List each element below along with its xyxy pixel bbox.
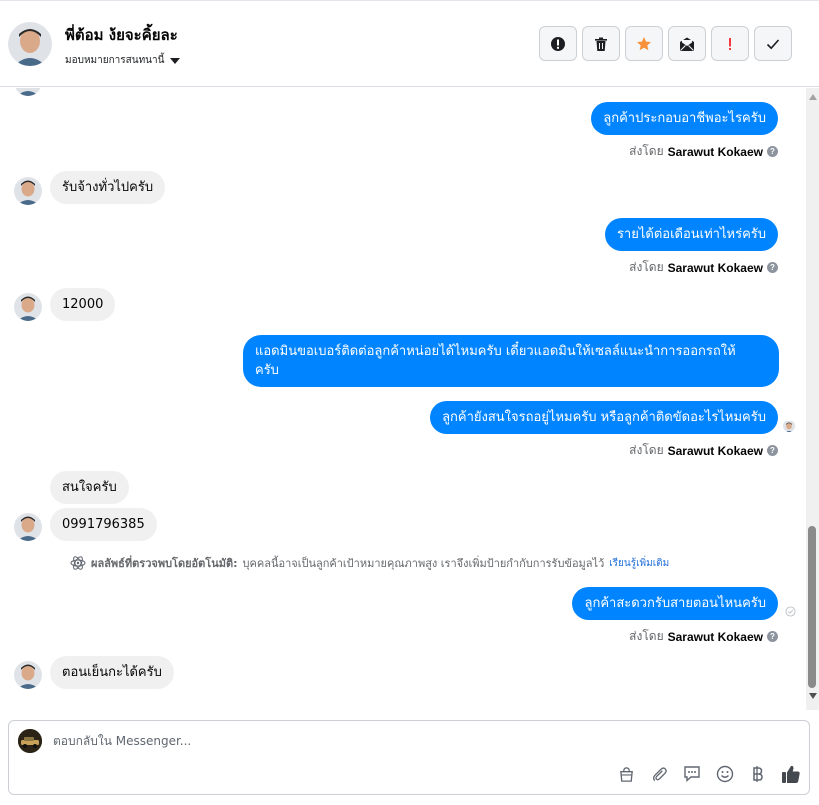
conversation-header: พี่ต้อม ง้ยจะคิ้ยละ มอบหมายการสนทนานี้	[0, 0, 819, 87]
sent-by-line: ส่งโดย Sarawut Kokaew ?	[629, 627, 778, 646]
emoji-button[interactable]	[715, 764, 735, 784]
message-line: แอดมินขอเบอร์ติดต่อลูกค้าหน่อยได้ไหมครับ…	[255, 344, 736, 359]
emoji-icon	[716, 765, 734, 783]
saved-replies-button[interactable]	[682, 764, 702, 784]
shopping-bag-icon	[619, 766, 633, 782]
send-like-button[interactable]	[781, 764, 801, 784]
reply-input[interactable]	[53, 734, 753, 748]
outgoing-message[interactable]: ลูกค้าประกอบอาชีพอะไรครับ	[591, 102, 778, 135]
check-icon	[766, 38, 780, 49]
assign-conversation-dropdown[interactable]: มอบหมายการสนทนานี้	[65, 53, 181, 68]
baht-icon	[753, 766, 763, 782]
sent-by-line: ส่งโดย Sarawut Kokaew ?	[629, 258, 778, 277]
question-icon[interactable]: ?	[767, 631, 778, 642]
sender-name: Sarawut Kokaew	[667, 260, 763, 275]
thumbs-up-icon	[782, 765, 800, 783]
question-icon[interactable]: ?	[767, 445, 778, 456]
caret-down-icon	[170, 57, 181, 64]
mark-unread-button[interactable]	[668, 26, 706, 61]
mark-spam-button[interactable]	[539, 26, 577, 61]
message-thread[interactable]: ลูกค้าประกอบอาชีพอะไรครับ ส่งโดย Sarawut…	[0, 88, 806, 710]
outgoing-message[interactable]: ลูกค้ายังสนใจรถอยู่ไหมครับ หรือลูกค้าติด…	[430, 401, 778, 434]
sent-check-icon	[785, 606, 796, 617]
incoming-message[interactable]: รับจ้างทั่วไปครับ	[50, 171, 166, 204]
sender-name: Sarawut Kokaew	[667, 443, 763, 458]
chat-bubble-icon	[684, 766, 700, 783]
thread-scrollbar[interactable]	[806, 88, 819, 710]
mail-unread-icon	[680, 37, 694, 51]
incoming-message[interactable]: สนใจครับ	[50, 471, 129, 504]
auto-detect-note: ผลลัพธ์ที่ตรวจพบโดยอัตโนมัติ: บุคคลนี้อา…	[70, 554, 669, 572]
mark-done-button[interactable]	[754, 26, 792, 61]
sent-by-line: ส่งโดย Sarawut Kokaew ?	[629, 441, 778, 460]
sent-by-prefix: ส่งโดย	[629, 443, 664, 457]
auto-detect-label: ผลลัพธ์ที่ตรวจพบโดยอัตโนมัติ:	[91, 557, 238, 570]
delete-button[interactable]	[582, 26, 620, 61]
sender-name: Sarawut Kokaew	[667, 144, 763, 159]
sent-by-line: ส่งโดย Sarawut Kokaew ?	[629, 142, 778, 161]
scroll-up-arrow-icon[interactable]	[809, 94, 817, 100]
contact-avatar-small	[14, 293, 42, 321]
outgoing-message[interactable]: แอดมินขอเบอร์ติดต่อลูกค้าหน่อยได้ไหมครับ…	[243, 335, 779, 387]
message-composer	[8, 720, 810, 795]
seen-indicator-avatar	[783, 420, 795, 432]
incoming-message[interactable]: 12000	[50, 288, 116, 321]
contact-avatar-small	[14, 88, 42, 96]
scroll-down-arrow-icon[interactable]	[809, 693, 817, 699]
composer-tools	[616, 764, 801, 784]
page-avatar	[18, 729, 42, 753]
conversation-toolbar	[539, 26, 792, 61]
exclamation-icon	[729, 37, 731, 50]
star-icon	[637, 36, 651, 50]
sent-by-prefix: ส่งโดย	[629, 629, 664, 643]
incoming-message[interactable]: 0991796385	[50, 508, 157, 541]
scrollbar-thumb[interactable]	[808, 526, 816, 688]
atom-icon	[70, 556, 86, 570]
paperclip-icon	[652, 766, 667, 781]
contact-avatar[interactable]	[8, 22, 52, 66]
message-line: ครับ	[255, 363, 279, 378]
learn-more-link[interactable]: เรียนรู้เพิ่มเติม	[609, 556, 669, 571]
payment-button[interactable]	[748, 764, 768, 784]
sent-by-prefix: ส่งโดย	[629, 260, 664, 274]
sender-name: Sarawut Kokaew	[667, 629, 763, 644]
sent-by-prefix: ส่งโดย	[629, 144, 664, 158]
auto-detect-text: บุคคลนี้อาจเป็นลูกค้าเป้าหมายคุณภาพสูง เ…	[242, 557, 605, 570]
follow-up-button[interactable]	[711, 26, 749, 61]
outgoing-message[interactable]: รายได้ต่อเดือนเท่าไหร่ครับ	[604, 218, 778, 251]
contact-avatar-small	[14, 513, 42, 541]
question-icon[interactable]: ?	[767, 146, 778, 157]
assign-conversation-label: มอบหมายการสนทนานี้	[65, 55, 165, 66]
contact-name[interactable]: พี่ต้อม ง้ยจะคิ้ยละ	[65, 23, 178, 47]
incoming-message[interactable]: ตอนเย็นกะได้ครับ	[50, 656, 174, 689]
contact-avatar-small	[14, 661, 42, 689]
outgoing-message[interactable]: ลูกค้าสะดวกรับสายตอนไหนครับ	[572, 587, 778, 620]
shop-button[interactable]	[616, 764, 636, 784]
trash-icon	[595, 37, 607, 51]
alert-circle-icon	[551, 36, 565, 51]
question-icon[interactable]: ?	[767, 262, 778, 273]
star-button[interactable]	[625, 26, 663, 61]
contact-avatar-small	[14, 177, 42, 205]
attach-button[interactable]	[649, 764, 669, 784]
